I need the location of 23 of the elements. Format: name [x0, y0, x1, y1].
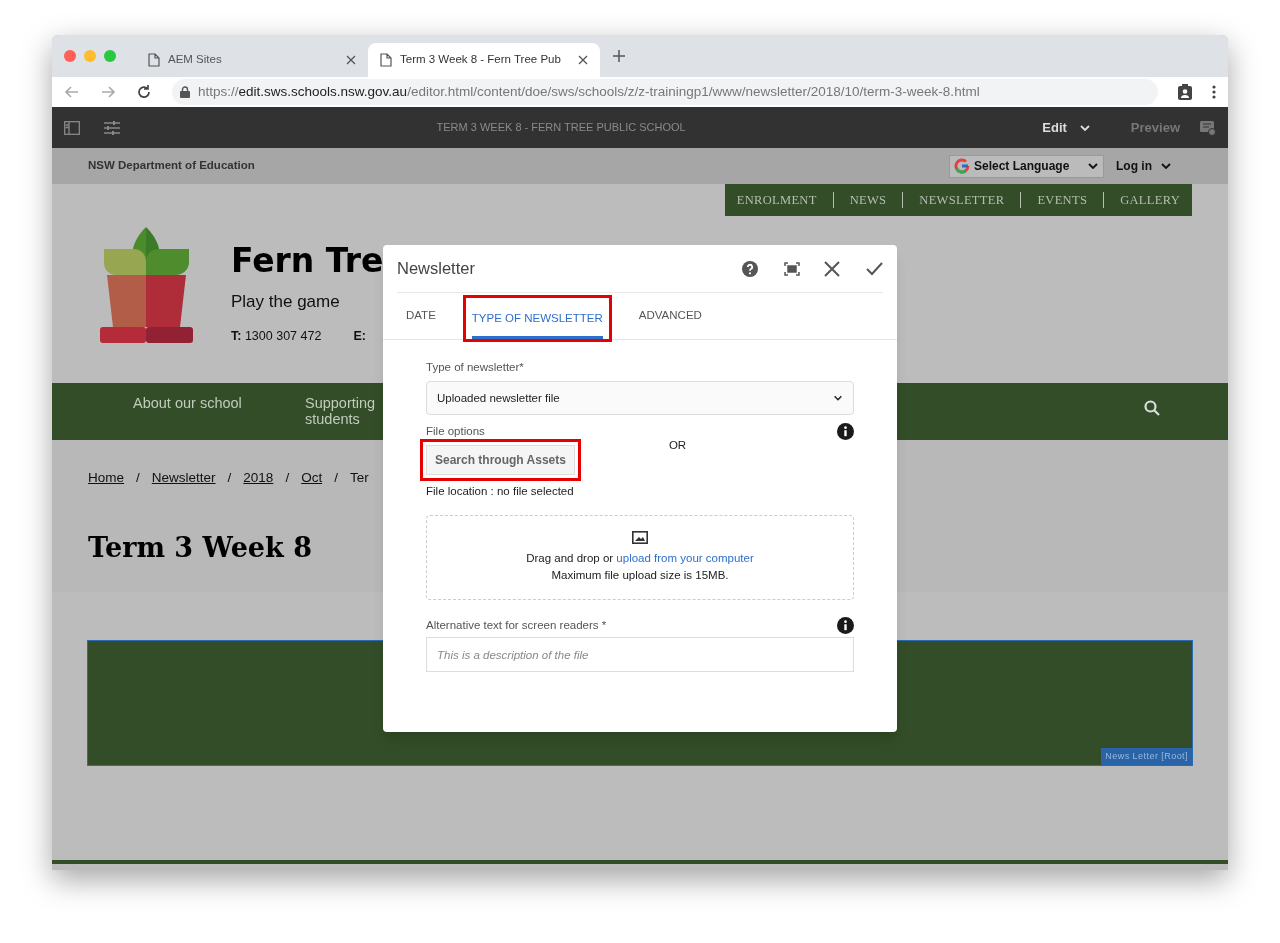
- email-label: E:: [353, 327, 366, 345]
- page-title: TERM 3 WEEK 8 - FERN TREE PUBLIC SCHOOL: [435, 120, 687, 136]
- tab-title: Term 3 Week 8 - Fern Tree Pub: [400, 52, 562, 68]
- field-label: Alternative text for screen readers *: [426, 617, 607, 633]
- breadcrumb-separator: /: [136, 469, 140, 487]
- school-motto: Play the game: [231, 291, 341, 313]
- department-name: NSW Department of Education: [88, 158, 256, 174]
- field-label: File options: [426, 424, 485, 440]
- file-location: File location : no file selected: [426, 483, 575, 499]
- drop-instructions: Drag and drop or upload from your computer: [526, 550, 754, 566]
- breadcrumb-current: Ter: [349, 469, 369, 487]
- school-name: Fern Tre: [231, 241, 384, 281]
- dialog-title: Newsletter: [397, 258, 476, 280]
- page-heading: Term 3 Week 8: [88, 531, 312, 566]
- component-badge: News Letter [Root]: [1101, 747, 1192, 765]
- upload-limit: Maximum file upload size is 15MB.: [551, 567, 729, 583]
- field-label: Type of newsletter*: [426, 360, 525, 375]
- breadcrumb-separator: /: [227, 469, 232, 487]
- or-label: OR: [668, 437, 687, 453]
- breadcrumb-separator: /: [334, 469, 338, 487]
- breadcrumb-separator: /: [285, 469, 290, 487]
- tab-title: AEM Sites: [168, 52, 223, 68]
- phone-number: T: 1300 307 472: [231, 327, 322, 345]
